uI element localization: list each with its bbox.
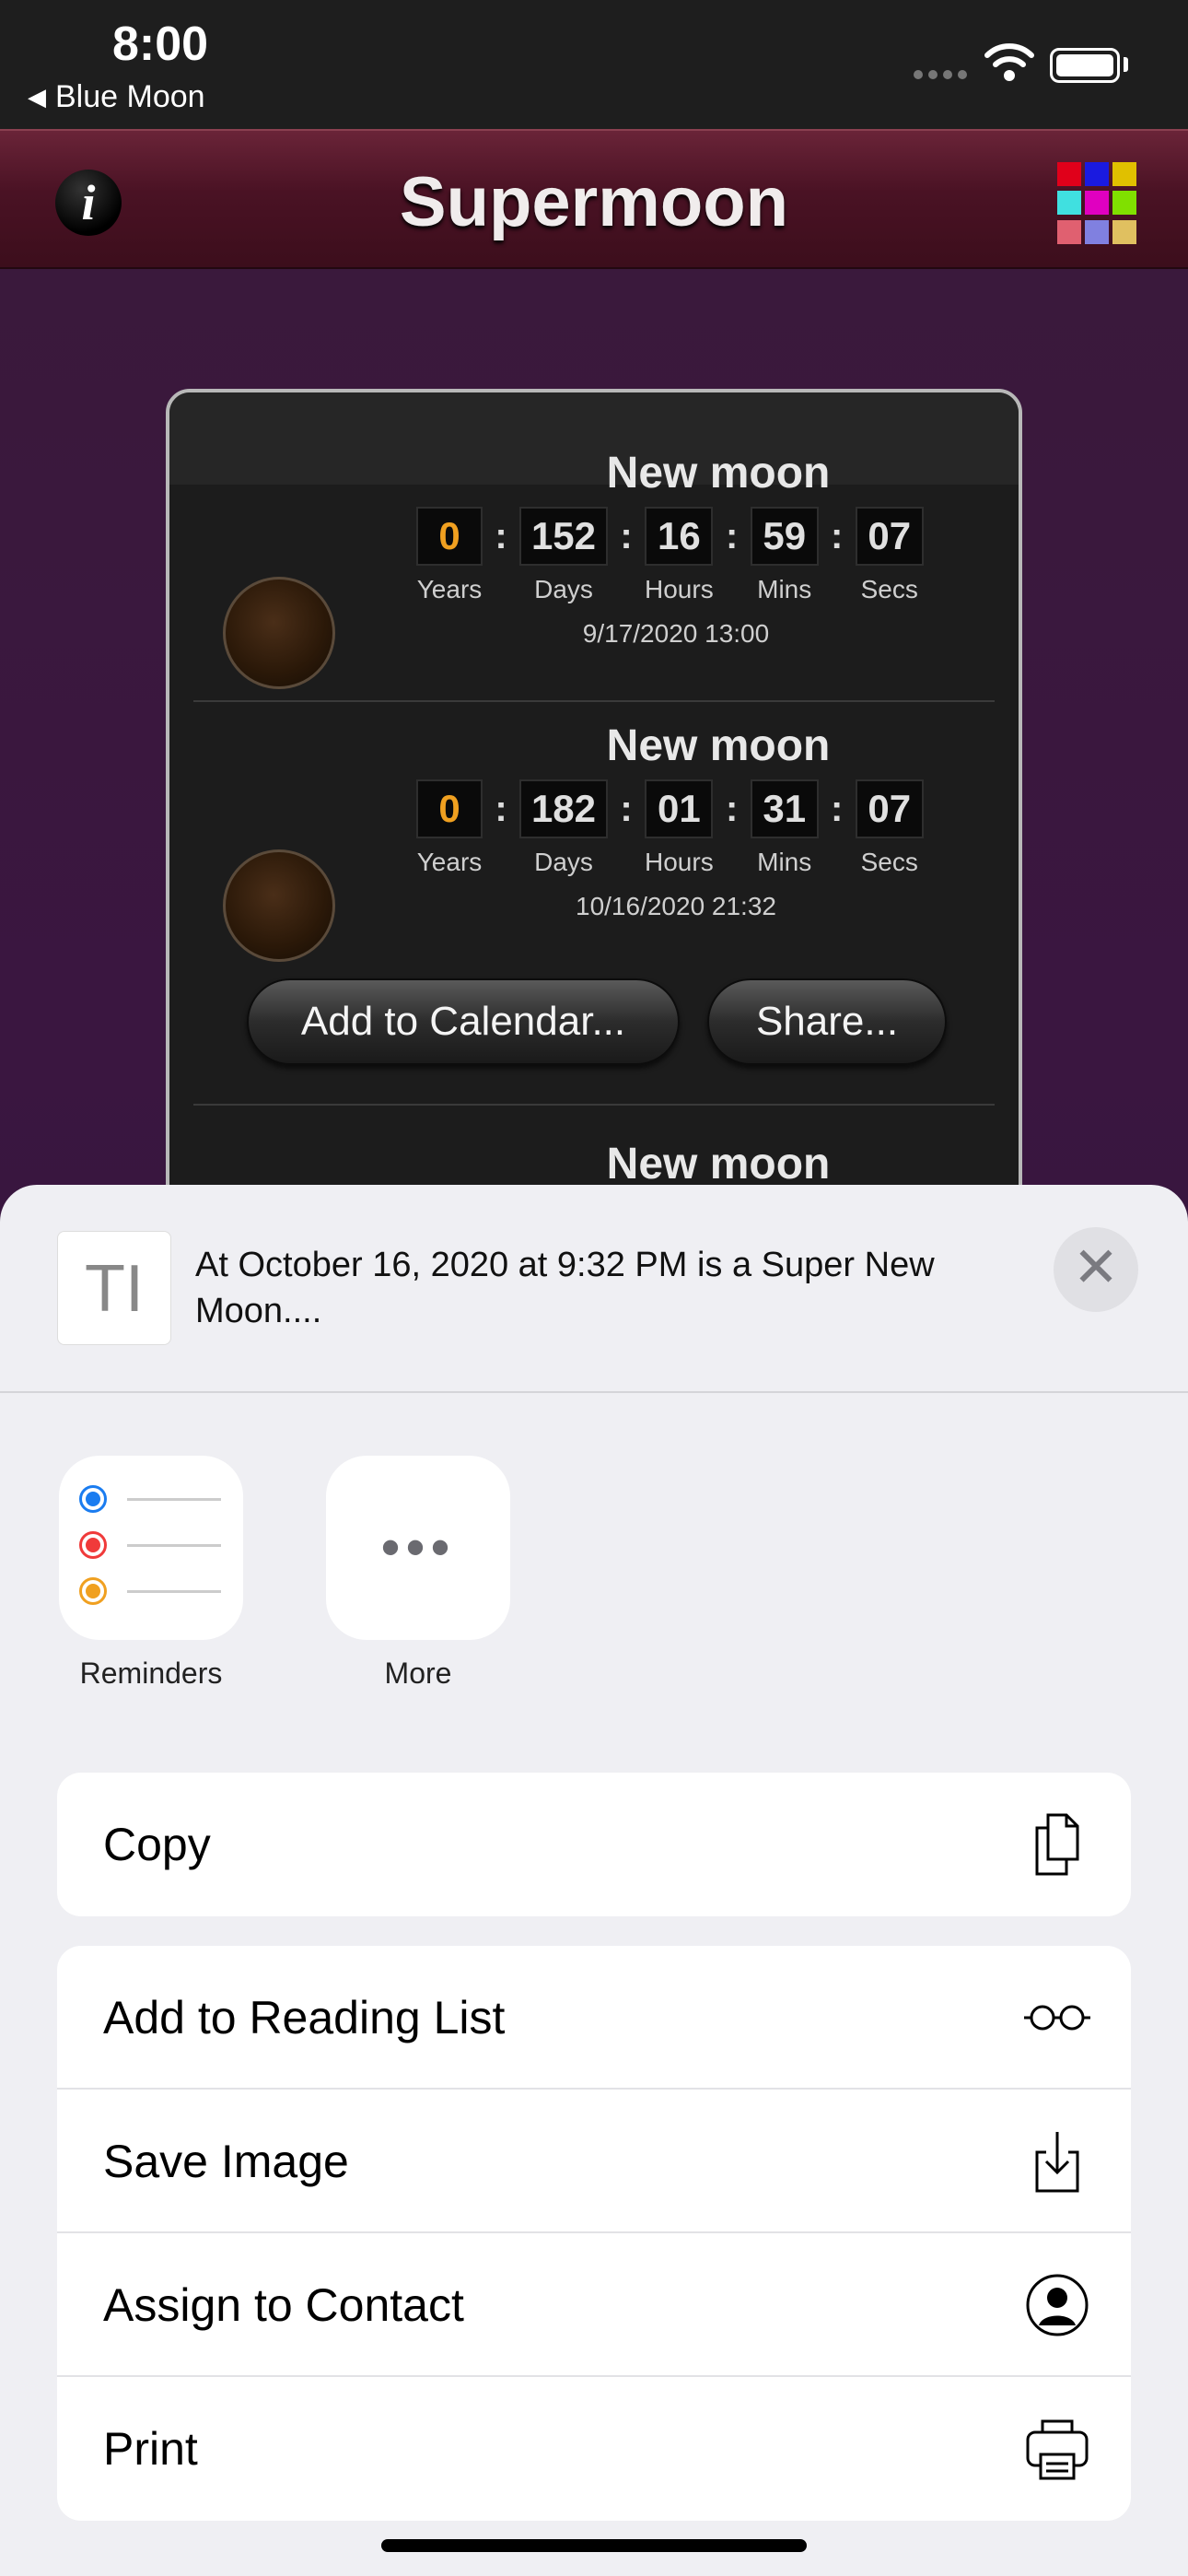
divider <box>193 700 995 702</box>
battery-cap <box>1124 57 1128 72</box>
years-unit: Years <box>416 575 483 603</box>
divider <box>193 1104 995 1106</box>
hours-unit: Hours <box>645 848 714 876</box>
mins-value: 59 <box>750 507 819 566</box>
event-title: New moon <box>606 1140 831 1188</box>
more-icon: ••• <box>380 1516 456 1578</box>
close-button[interactable]: ✕ <box>1054 1227 1138 1312</box>
action-group-main: Add to Reading List Save Image Assign to… <box>57 1946 1131 2521</box>
days-value: 182 <box>519 779 608 838</box>
reminders-label: Reminders <box>79 1657 223 1690</box>
copy-action[interactable]: Copy <box>57 1773 1131 1916</box>
reminder-dot-orange <box>79 1577 107 1605</box>
event-datetime: 9/17/2020 13:00 <box>582 619 770 648</box>
event-datetime: 10/16/2020 21:32 <box>576 892 776 920</box>
mins-unit: Mins <box>757 575 812 603</box>
page-title: Supermoon <box>399 163 789 241</box>
color-square <box>1085 219 1109 244</box>
mins-value: 31 <box>750 779 819 838</box>
status-time: 8:00 <box>112 18 209 71</box>
save-icon <box>1035 2132 1079 2193</box>
secs-value: 07 <box>855 779 924 838</box>
assign-contact-label: Assign to Contact <box>103 2279 464 2331</box>
home-indicator[interactable] <box>381 2539 807 2552</box>
hours-value: 16 <box>645 507 714 566</box>
moon-event-row: New moon 0 Years : 182 Days : 01 Hours : 31… <box>169 720 1019 978</box>
copy-icon <box>1035 1813 1079 1876</box>
color-grid-button[interactable] <box>1057 162 1140 245</box>
assign-to-contact-action[interactable]: Assign to Contact <box>57 2233 1131 2377</box>
add-to-reading-list-action[interactable]: Add to Reading List <box>57 1946 1131 2090</box>
save-image-label: Save Image <box>103 2136 349 2187</box>
color-square <box>1112 162 1136 186</box>
more-apps-button[interactable]: ••• <box>326 1456 510 1640</box>
back-to-app-link[interactable]: ◀ Blue Moon <box>28 79 205 115</box>
color-square <box>1057 191 1081 216</box>
add-to-calendar-button[interactable]: Add to Calendar... <box>247 978 680 1065</box>
back-app-label: Blue Moon <box>55 79 205 114</box>
app-navbar: i Supermoon <box>0 129 1188 269</box>
hours-value: 01 <box>645 779 714 838</box>
reading-list-label: Add to Reading List <box>103 1992 506 2043</box>
battery-icon <box>1050 48 1120 83</box>
copy-label: Copy <box>103 1819 211 1870</box>
event-title: New moon <box>606 721 831 770</box>
action-group-copy: Copy <box>57 1773 1131 1916</box>
wifi-icon <box>984 43 1034 81</box>
share-sheet: TI At October 16, 2020 at 9:32 PM is a S… <box>0 1185 1188 2576</box>
share-button[interactable]: Share... <box>707 978 947 1065</box>
color-square <box>1112 219 1136 244</box>
cellular-signal-icon <box>914 70 967 79</box>
reminders-app-button[interactable] <box>59 1456 243 1640</box>
status-bar: 8:00 ◀ Blue Moon <box>0 0 1188 129</box>
mins-unit: Mins <box>757 848 812 876</box>
save-image-action[interactable]: Save Image <box>57 2090 1131 2233</box>
reminder-dot-blue <box>79 1485 107 1513</box>
years-unit: Years <box>416 848 483 876</box>
contact-icon <box>1026 2274 1089 2336</box>
secs-unit: Secs <box>860 575 918 603</box>
countdown: 0 Years : 182 Days : 01 Hours : 31 Mins : 07… <box>416 779 924 877</box>
text-document-icon: TI <box>57 1231 171 1345</box>
print-label: Print <box>103 2423 198 2475</box>
hours-unit: Hours <box>645 575 714 603</box>
event-title: New moon <box>606 449 831 498</box>
countdown: 0 Years : 152 Days : 16 Hours : 59 Mins : 07… <box>416 507 924 604</box>
days-unit: Days <box>534 575 593 603</box>
years-value: 0 <box>416 507 483 566</box>
share-preview-text: At October 16, 2020 at 9:32 PM is a Supe… <box>195 1246 935 1330</box>
printer-icon <box>1026 2419 1089 2480</box>
color-square <box>1057 162 1081 186</box>
secs-value: 07 <box>855 507 924 566</box>
back-triangle-icon: ◀ <box>28 83 46 111</box>
days-value: 152 <box>519 507 608 566</box>
moon-events-card: New moon 0 Years : 152 Days : 16 Hours : 59… <box>166 389 1022 1218</box>
share-sheet-header: TI At October 16, 2020 at 9:32 PM is a S… <box>0 1185 1188 1393</box>
glasses-icon <box>1024 2005 1090 2031</box>
color-square <box>1085 162 1109 186</box>
days-unit: Days <box>534 848 593 876</box>
more-label: More <box>384 1657 452 1690</box>
color-square <box>1112 191 1136 216</box>
moon-event-row: New moon 0 Years : 152 Days : 16 Hours : 59… <box>169 448 1019 706</box>
moon-icon <box>223 849 335 962</box>
color-square <box>1085 191 1109 216</box>
print-action[interactable]: Print <box>57 2377 1131 2521</box>
reminder-dot-red <box>79 1531 107 1559</box>
years-value: 0 <box>416 779 483 838</box>
secs-unit: Secs <box>860 848 918 876</box>
moon-icon <box>223 577 335 689</box>
color-square <box>1057 219 1081 244</box>
